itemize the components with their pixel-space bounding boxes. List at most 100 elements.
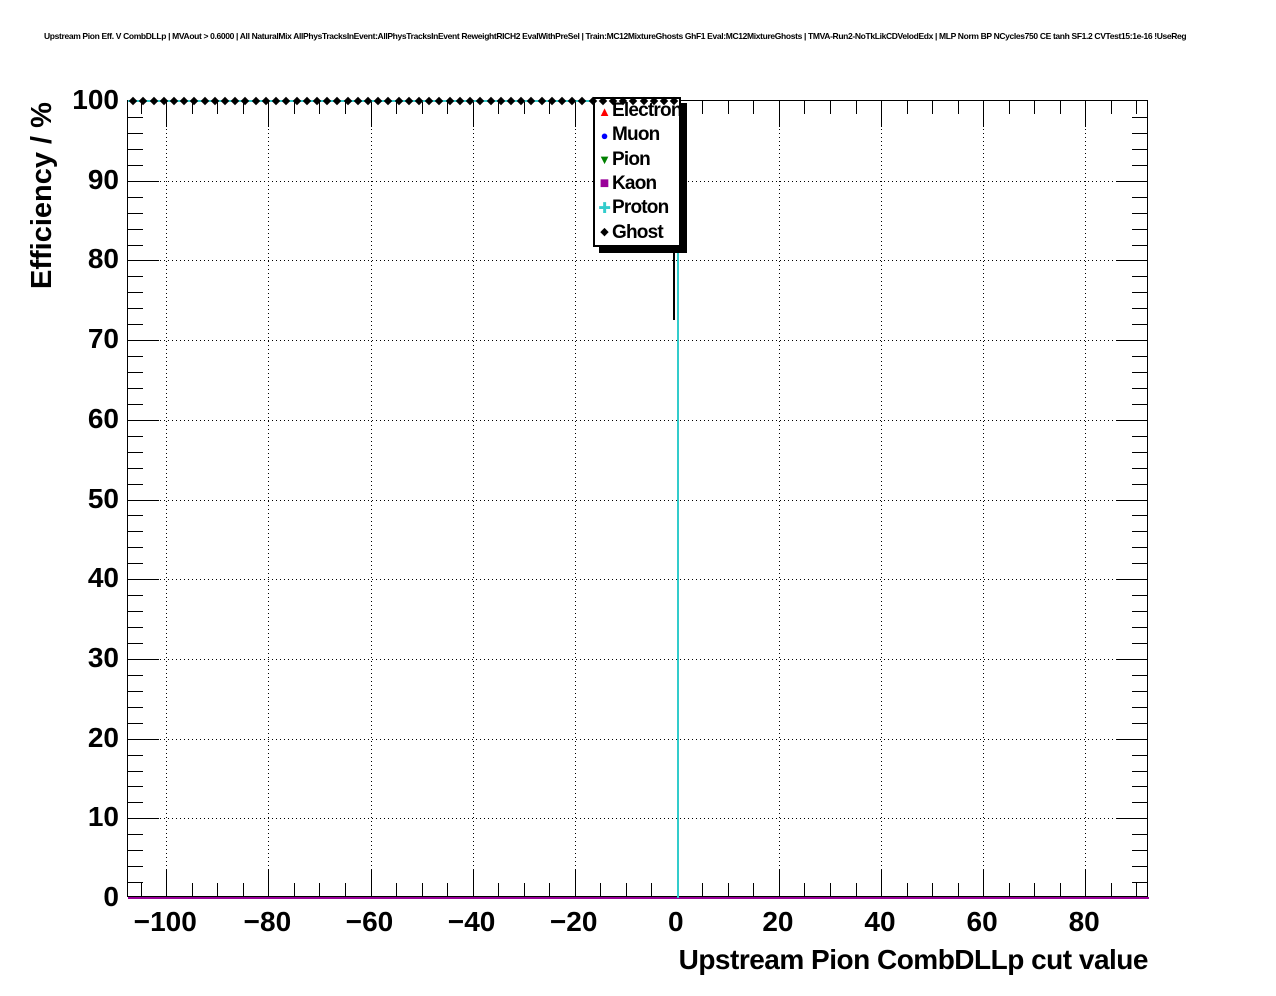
ghost-marker [282,97,290,105]
y-axis-tick [1116,739,1147,740]
y-axis-tick [128,308,143,309]
y-axis-tick [1132,133,1147,134]
x-axis-tick [549,883,550,896]
y-axis-tick [128,452,143,453]
y-axis-tick [128,133,143,134]
legend-entry-label: Pion [612,149,650,171]
x-axis-tick [1111,101,1112,114]
ghost-marker [200,97,208,105]
x-gridline [473,101,474,896]
x-axis-tick [1136,883,1137,896]
ghost-marker [537,97,545,105]
y-axis-tick [128,818,159,819]
y-axis-tick [128,484,143,485]
y-axis-tick [1132,643,1147,644]
kaon-series-line [128,897,1149,899]
circle-icon: ● [597,129,612,142]
x-gridline [779,101,780,896]
x-axis-tick [166,870,167,896]
x-axis-tick [192,883,193,896]
square-icon: ■ [597,176,612,192]
y-axis-tick [1132,675,1147,676]
ghost-marker [425,97,433,105]
x-gridline [371,101,372,896]
ghost-marker [231,97,239,105]
y-axis-tick [128,723,143,724]
x-axis-tick [217,101,218,114]
x-axis-tick [473,870,474,896]
x-axis-tick [1060,883,1061,896]
legend-entry-pion: ▼Pion [595,148,679,172]
y-axis-tick [1116,260,1147,261]
x-axis-tick [371,101,372,127]
y-axis-tick [1116,659,1147,660]
x-axis-tick [1009,101,1010,114]
x-axis-tick [524,101,525,114]
y-axis-tick [128,213,143,214]
y-axis-tick [1132,563,1147,564]
y-axis-tick [128,850,143,851]
y-axis-tick [1132,595,1147,596]
y-axis-tick [128,197,143,198]
x-axis-tick [268,870,269,896]
y-axis-tick [1132,436,1147,437]
y-axis-tick [1132,547,1147,548]
y-axis-tick [128,691,143,692]
x-axis-tick [1060,101,1061,114]
y-gridline [128,420,1147,421]
y-tick-label: 100 [0,86,119,114]
x-axis-tick [141,883,142,896]
ghost-marker [302,97,310,105]
x-axis-tick [371,870,372,896]
y-axis-tick [128,882,143,883]
y-axis-tick [1116,181,1147,182]
x-axis-tick [345,883,346,896]
y-gridline [128,260,1147,261]
ghost-marker [527,97,535,105]
ghost-marker [221,97,229,105]
x-axis-tick [575,101,576,127]
y-axis-tick [1132,627,1147,628]
y-axis-tick [1132,165,1147,166]
y-axis-tick [1132,468,1147,469]
x-axis-tick [983,101,984,127]
x-axis-tick [1034,101,1035,114]
x-axis-tick [1085,870,1086,896]
y-tick-label: 70 [0,325,119,353]
y-tick-label: 90 [0,166,119,194]
x-axis-tick [958,101,959,114]
y-axis-tick [1116,579,1147,580]
y-axis-tick [1132,707,1147,708]
x-axis-tick [830,883,831,896]
x-axis-tick [396,883,397,896]
y-axis-tick [1116,420,1147,421]
y-axis-tick [1132,611,1147,612]
y-axis-tick [1132,149,1147,150]
x-axis-tick [753,101,754,114]
ghost-marker [384,97,392,105]
y-axis-tick [1132,245,1147,246]
x-axis-tick [447,883,448,896]
x-axis-tick [830,101,831,114]
y-axis-tick [128,579,159,580]
y-axis-tick [1132,531,1147,532]
y-tick-label: 80 [0,245,119,273]
ghost-marker [323,97,331,105]
y-axis-tick [128,786,143,787]
y-axis-tick [128,149,143,150]
x-axis-tick [983,870,984,896]
y-axis-tick [128,866,143,867]
x-axis-tick [856,101,857,114]
x-axis-tick [1009,883,1010,896]
ghost-marker [558,97,566,105]
ghost-marker [353,97,361,105]
x-gridline [1085,101,1086,896]
y-axis-tick [128,547,143,548]
root-canvas: Upstream Pion Eff. V CombDLLp | MVAout >… [0,0,1276,996]
plot-header-title: Upstream Pion Eff. V CombDLLp | MVAout >… [44,31,1186,41]
triangle-up-icon: ▲ [597,105,612,118]
ghost-marker [435,97,443,105]
ghost-marker [251,97,259,105]
y-axis-tick [1132,308,1147,309]
y-axis-tick [128,739,159,740]
